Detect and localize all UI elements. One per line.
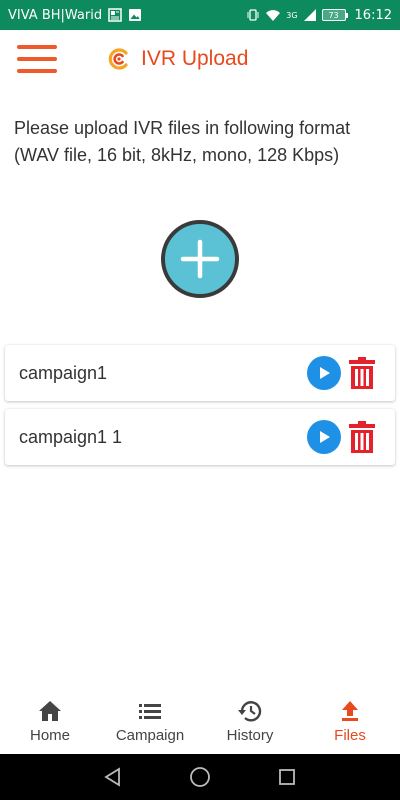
app-bar: IVR Upload: [0, 30, 400, 88]
history-icon: [237, 698, 263, 724]
play-button[interactable]: [307, 356, 341, 390]
back-icon[interactable]: [101, 765, 125, 789]
home-icon: [38, 698, 62, 724]
status-right: 3G 73 16:12: [246, 8, 392, 23]
wifi-icon: [265, 8, 281, 22]
upload-instructions: Please upload IVR files in following for…: [14, 116, 386, 168]
home-circle-icon[interactable]: [188, 765, 212, 789]
nav-home-label: Home: [29, 727, 70, 744]
add-file-button[interactable]: [161, 220, 239, 298]
system-navigation-bar: [0, 754, 400, 800]
nav-campaign-label: Campaign: [115, 727, 185, 744]
list-icon: [139, 698, 161, 724]
upload-icon: [340, 698, 360, 724]
trash-icon: [349, 421, 375, 453]
bottom-navigation: Home Campaign History Files: [0, 688, 400, 754]
play-icon: [320, 431, 330, 443]
brand: IVR Upload: [107, 47, 248, 71]
battery-level: 73: [328, 10, 339, 20]
file-list-item: campaign1 1: [5, 409, 395, 465]
plus-icon: [180, 239, 220, 279]
image-notification-icon: [128, 8, 142, 22]
news-notification-icon: [108, 8, 122, 22]
instructions-format: (WAV file, 16 bit, 8kHz, mono, 128 Kbps): [14, 145, 340, 165]
file-name: campaign1 1: [19, 426, 123, 447]
file-name: campaign1: [19, 362, 108, 383]
trash-icon: [349, 357, 375, 389]
file-list-item: campaign1: [5, 345, 395, 401]
nav-history[interactable]: History: [200, 688, 300, 754]
network-type: 3G: [286, 10, 298, 20]
play-button[interactable]: [307, 420, 341, 454]
signal-icon: [303, 8, 317, 22]
delete-button[interactable]: [347, 419, 377, 455]
play-icon: [320, 367, 330, 379]
nav-home[interactable]: Home: [0, 688, 100, 754]
nav-campaign[interactable]: Campaign: [100, 688, 200, 754]
delete-button[interactable]: [347, 355, 377, 391]
recents-icon[interactable]: [275, 765, 299, 789]
app-logo-icon: [108, 48, 128, 70]
battery-icon: 73: [321, 9, 348, 21]
carrier-name: VIVA BH|Warid: [8, 7, 103, 23]
status-left: VIVA BH|Warid: [8, 8, 246, 23]
clock: 16:12: [354, 7, 392, 23]
status-bar: VIVA BH|Warid 3G 73 16:12: [0, 0, 400, 30]
nav-history-label: History: [226, 727, 274, 744]
nav-files-label: Files: [334, 727, 366, 744]
instructions-line-1: Please upload IVR files in following for…: [14, 118, 351, 138]
vibrate-icon: [246, 8, 260, 22]
nav-files[interactable]: Files: [300, 688, 400, 754]
hamburger-menu-icon[interactable]: [17, 45, 57, 73]
page-title: IVR Upload: [141, 47, 249, 70]
